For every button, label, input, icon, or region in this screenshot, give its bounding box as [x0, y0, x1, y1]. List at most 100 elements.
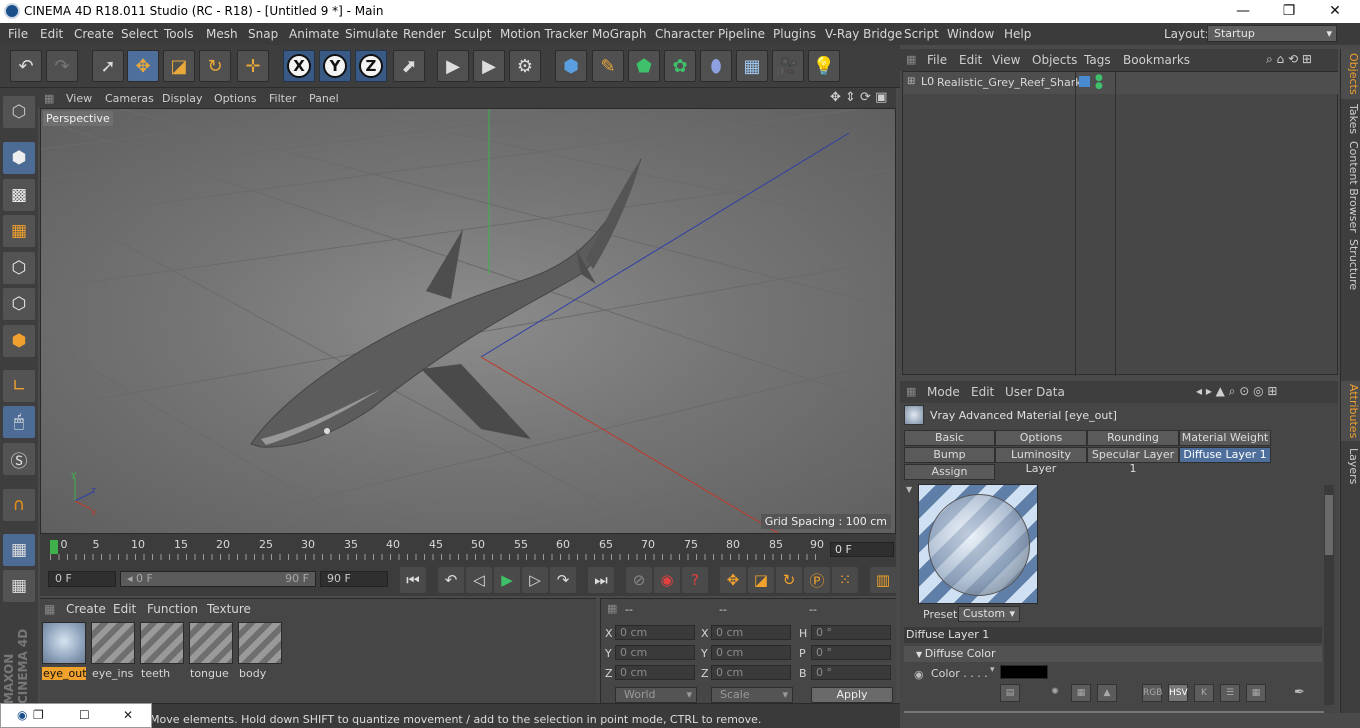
layer-color-icon[interactable] [1079, 76, 1090, 87]
expand-icon[interactable]: ⊞ [907, 76, 915, 87]
eyedropper-icon[interactable]: ✒ [1294, 685, 1305, 700]
end-frame-field[interactable]: 90 F [320, 571, 388, 587]
material-menu-texture[interactable]: Texture [207, 602, 251, 616]
tab-layers[interactable]: Layers [1340, 441, 1360, 491]
keyframe-selection-icon[interactable]: ? [682, 567, 708, 593]
next-frame-icon[interactable]: ▷ [522, 567, 548, 593]
objects-search-icons[interactable]: ⌕ ⌂ ⟲ ⊞ [1266, 52, 1312, 67]
size-z-field[interactable]: 0 cm [711, 665, 791, 680]
tab-options[interactable]: Options [995, 430, 1087, 446]
menu-vray-bridge[interactable]: V-Ray Bridge [825, 27, 902, 41]
attr-menu-user-data[interactable]: User Data [1005, 385, 1065, 399]
menu-simulate[interactable]: Simulate [345, 27, 398, 41]
objects-menu-bookmarks[interactable]: Bookmarks [1123, 53, 1190, 67]
go-to-start-icon[interactable]: ⏮ [400, 567, 426, 593]
light-icon[interactable]: 💡 [808, 50, 840, 82]
attr-nav-icons[interactable]: ◂ ▸ ▲ ⌕ ⊙ ◎ ⊞ [1196, 384, 1277, 399]
material-swatch-body[interactable]: body [238, 622, 282, 680]
size-x-field[interactable]: 0 cm [711, 625, 791, 640]
hsv-mode-chip[interactable]: HSV [1168, 684, 1188, 702]
objects-menu-file[interactable]: File [927, 53, 947, 67]
menu-mesh[interactable]: Mesh [206, 27, 238, 41]
snap-icon[interactable]: Ⓢ [3, 443, 35, 475]
attributes-scrollbar[interactable] [1324, 485, 1334, 705]
menu-mograph[interactable]: MoGraph [592, 27, 647, 41]
pen-spline-icon[interactable]: ✎ [592, 50, 624, 82]
model-mode-icon[interactable]: ⬢ [3, 142, 35, 174]
edges-mode-icon[interactable]: ⬡ [3, 288, 35, 320]
y-axis-lock-button[interactable]: Y [319, 50, 351, 82]
previous-frame-icon[interactable]: ◁ [466, 567, 492, 593]
material-swatch-teeth[interactable]: teeth [140, 622, 184, 680]
menu-file[interactable]: File [8, 27, 28, 41]
chevron-down-icon[interactable]: ▾ [990, 665, 995, 675]
objects-menu-view[interactable]: View [992, 53, 1020, 67]
viewport-menu-panel[interactable]: Panel [309, 92, 339, 105]
objects-menu-objects[interactable]: Objects [1032, 53, 1077, 67]
tab-content-browser[interactable]: Content Browser [1340, 139, 1360, 235]
playhead-marker[interactable] [50, 540, 58, 554]
current-frame-field[interactable]: 0 F [830, 542, 894, 557]
minimized-window-box[interactable]: ◉ ❐ ☐ ✕ [0, 703, 152, 728]
texture-mode-icon[interactable]: ▩ [3, 179, 35, 211]
deformer-icon[interactable]: ⬮ [700, 50, 732, 82]
rotation-h-field[interactable]: 0 ° [811, 625, 891, 640]
timeline-ruler[interactable]: 0 5 10 15 20 25 30 35 40 45 50 55 60 65 … [40, 534, 896, 564]
layout-select[interactable]: Startup ▾ [1207, 25, 1337, 42]
key-pla-icon[interactable]: ⁙ [832, 567, 858, 593]
go-to-end-icon[interactable]: ⏭ [588, 567, 614, 593]
menu-sculpt[interactable]: Sculpt [454, 27, 491, 41]
grid-snap-icon[interactable]: ▦ [3, 570, 35, 602]
apply-button[interactable]: Apply [811, 687, 893, 703]
close-icon[interactable]: ✕ [123, 708, 133, 722]
scale-dropdown[interactable]: Scale ▾ [711, 687, 793, 703]
cloner-icon[interactable]: ✿ [664, 50, 696, 82]
start-frame-field[interactable]: 0 F [48, 571, 116, 587]
attr-menu-mode[interactable]: Mode [927, 385, 960, 399]
close-button[interactable]: ✕ [1312, 0, 1358, 23]
viewport-menu-options[interactable]: Options [214, 92, 256, 105]
tab-diffuse-layer-1[interactable]: Diffuse Layer 1 [1179, 447, 1271, 463]
tab-structure[interactable]: Structure [1340, 235, 1360, 295]
menu-render[interactable]: Render [403, 27, 446, 41]
horizontal-scrollbar[interactable] [904, 711, 1324, 713]
restore-icon[interactable]: ❐ [33, 708, 44, 722]
object-row[interactable]: ⊞ L0 Realistic_Grey_Reef_Shark ● ● [903, 72, 1339, 94]
x-axis-lock-button[interactable]: X [283, 50, 315, 82]
menu-tools[interactable]: Tools [164, 27, 194, 41]
menu-pipeline[interactable]: Pipeline [718, 27, 765, 41]
size-y-field[interactable]: 0 cm [711, 645, 791, 660]
render-settings-icon[interactable]: ⚙ [509, 50, 541, 82]
subdivision-surface-icon[interactable]: ⬟ [628, 50, 660, 82]
tab-material-weight[interactable]: Material Weight [1179, 430, 1271, 446]
key-parameter-icon[interactable]: Ⓟ [804, 567, 830, 593]
material-swatch-tongue[interactable]: tongue [189, 622, 233, 680]
workplane-lock-icon[interactable]: ▦ [3, 534, 35, 566]
rotation-b-field[interactable]: 0 ° [811, 665, 891, 680]
rgb-mode-chip[interactable]: RGB [1142, 684, 1162, 702]
coordinate-system-icon[interactable]: ⬈ [393, 50, 425, 82]
material-swatch-eye-ins[interactable]: eye_ins [91, 622, 135, 680]
sliders-icon[interactable]: ☰ [1220, 684, 1240, 702]
position-x-field[interactable]: 0 cm [615, 625, 695, 640]
tweak-mode-icon[interactable]: 🖱 [3, 406, 35, 438]
menu-snap[interactable]: Snap [248, 27, 278, 41]
viewport-nav-icons[interactable]: ✥ ⇕ ⟳ ▣ [830, 90, 887, 105]
preview-range-slider[interactable]: ◂ 0 F 90 F [120, 571, 316, 587]
spectrum-icon[interactable]: ▦ [1071, 684, 1091, 702]
shark-model[interactable] [250, 158, 642, 448]
menu-edit[interactable]: Edit [40, 27, 63, 41]
points-mode-icon[interactable]: ⬡ [3, 252, 35, 284]
menu-help[interactable]: Help [1004, 27, 1031, 41]
rotation-p-field[interactable]: 0 ° [811, 645, 891, 660]
menu-create[interactable]: Create [74, 27, 114, 41]
position-y-field[interactable]: 0 cm [615, 645, 695, 660]
make-editable-icon[interactable]: ⬡ [3, 96, 35, 128]
scale-tool-icon[interactable]: ◪ [163, 50, 195, 82]
color-swatch[interactable] [1000, 665, 1048, 679]
menu-character[interactable]: Character [655, 27, 714, 41]
workplane-icon[interactable]: ▦ [3, 215, 35, 247]
z-axis-lock-button[interactable]: Z [355, 50, 387, 82]
autokey-icon[interactable]: ◉ [654, 567, 680, 593]
preset-dropdown[interactable]: Custom ▾ [958, 606, 1020, 622]
